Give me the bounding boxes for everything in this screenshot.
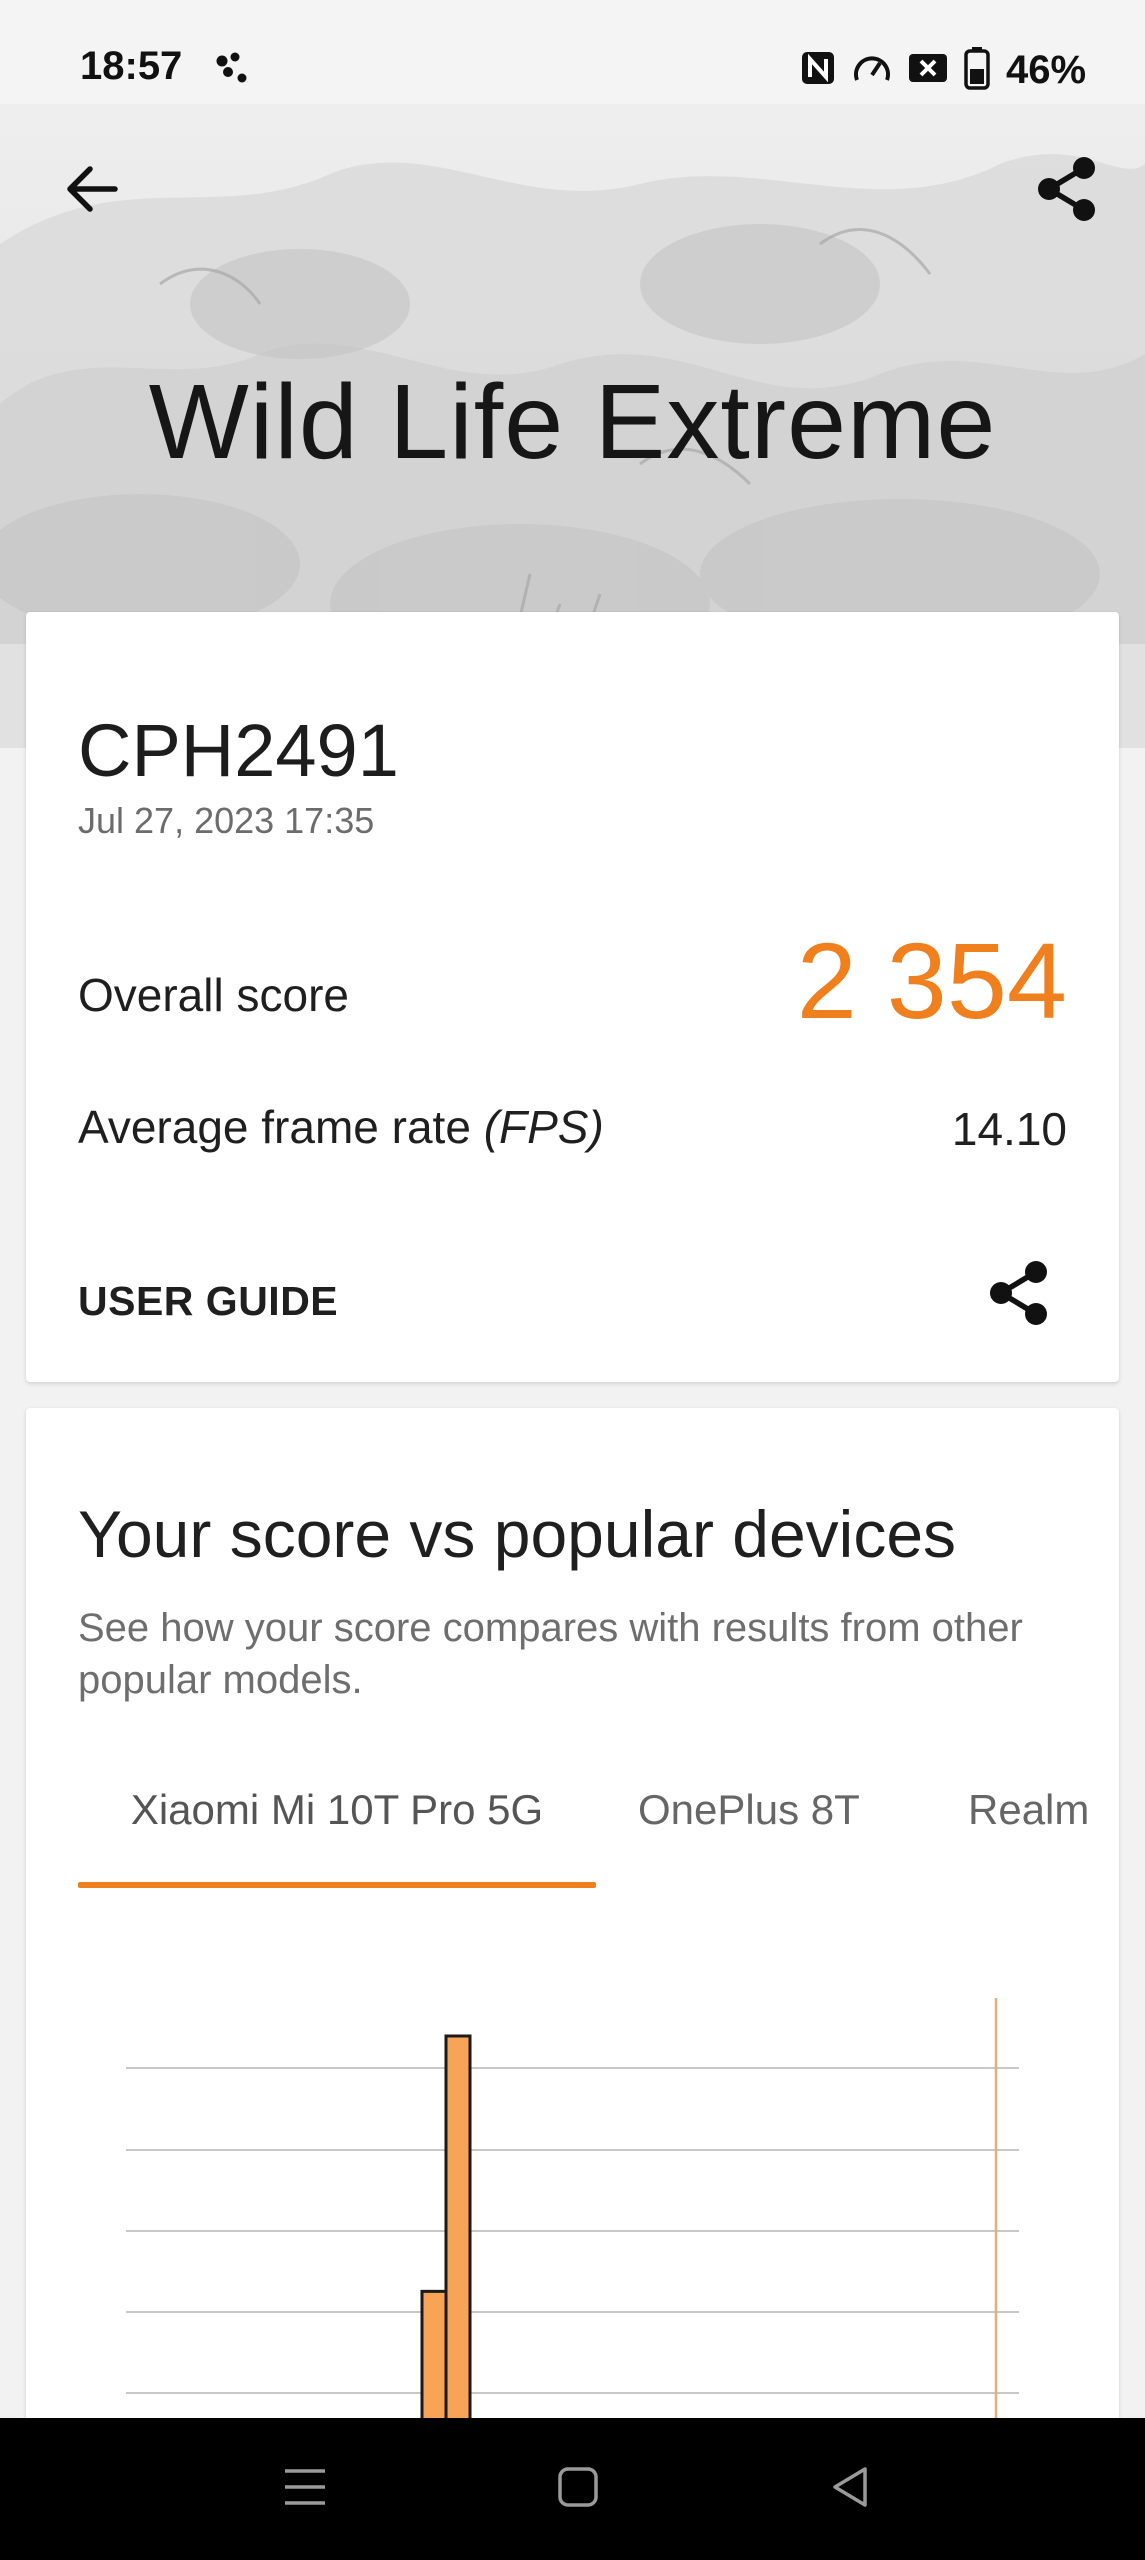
share-result-button[interactable] xyxy=(976,1252,1062,1338)
share-icon xyxy=(1036,156,1098,227)
comparison-subtitle: See how your score compares with results… xyxy=(78,1606,1023,1702)
result-timestamp: Jul 27, 2023 17:35 xyxy=(78,800,375,841)
share-button-header[interactable] xyxy=(1024,148,1110,234)
recent-apps-button[interactable] xyxy=(270,2454,340,2524)
tab-xiaomi-mi-10t-pro-5g[interactable]: Xiaomi Mi 10T Pro 5G xyxy=(78,1780,596,1866)
status-bar: 18:57 46% xyxy=(0,0,1145,104)
tab-realme[interactable]: Realm xyxy=(968,1780,1089,1866)
comparison-title: Your score vs popular devices xyxy=(78,1497,957,1571)
device-tabs: Xiaomi Mi 10T Pro 5G OnePlus 8T Realm xyxy=(78,1780,1096,1866)
menu-icon xyxy=(283,2467,327,2512)
speedometer-icon xyxy=(852,50,892,91)
share-icon xyxy=(988,1260,1050,1331)
back-triangle-icon xyxy=(829,2465,871,2514)
arrow-left-icon xyxy=(63,164,119,219)
fps-label-unit: (FPS) xyxy=(483,1101,604,1153)
assistant-dots-icon xyxy=(214,52,254,86)
fps-label-text: Average frame rate xyxy=(78,1101,484,1153)
no-sim-icon xyxy=(908,51,948,90)
fps-label: Average frame rate (FPS) xyxy=(78,1100,604,1154)
tab-oneplus-8t[interactable]: OnePlus 8T xyxy=(638,1780,860,1866)
user-guide-link[interactable]: USER GUIDE xyxy=(78,1278,338,1325)
back-button[interactable] xyxy=(48,148,134,234)
overall-score-label: Overall score xyxy=(78,969,349,1021)
result-card: CPH2491 Jul 27, 2023 17:35 Overall score… xyxy=(26,612,1119,1382)
benchmark-title: Wild Life Extreme xyxy=(148,363,997,481)
fps-value: 14.10 xyxy=(951,1103,1067,1155)
active-tab-indicator xyxy=(78,1882,596,1888)
nfc-icon xyxy=(800,50,836,91)
overall-score-value: 2 354 xyxy=(796,920,1067,1041)
system-icons: 46% xyxy=(800,46,1087,95)
battery-icon xyxy=(964,46,990,95)
app-screen: 18:57 46% Wild Life Extreme CPH2491 Jul … xyxy=(0,0,1145,2560)
home-button[interactable] xyxy=(543,2454,613,2524)
comparison-card: Your score vs popular devices See how yo… xyxy=(26,1408,1119,2560)
home-square-icon xyxy=(557,2466,599,2513)
system-back-button[interactable] xyxy=(815,2454,885,2524)
device-name: CPH2491 xyxy=(78,709,399,792)
battery-percentage: 46% xyxy=(1006,47,1087,92)
status-time: 18:57 xyxy=(80,44,183,88)
navigation-bar xyxy=(0,2418,1145,2560)
